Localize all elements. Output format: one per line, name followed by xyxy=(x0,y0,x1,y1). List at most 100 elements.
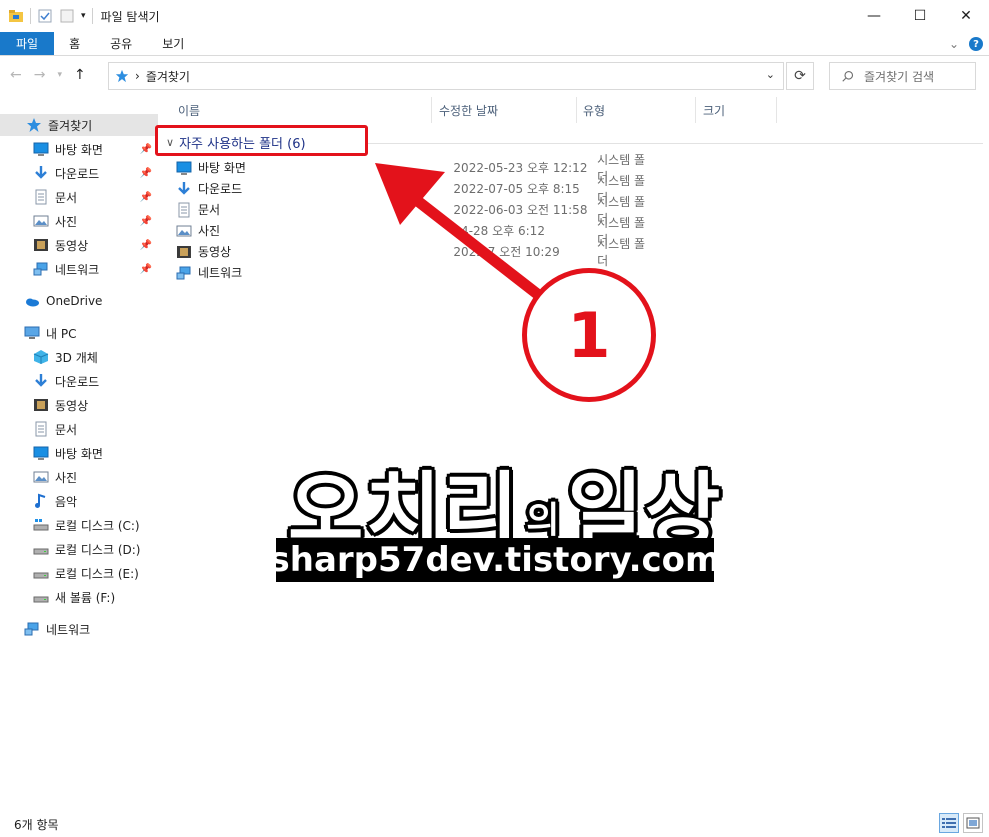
nav-item-network[interactable]: 네트워크 xyxy=(0,618,158,640)
nav-item-pc[interactable]: 로컬 디스크 (E:) xyxy=(0,562,158,584)
title-bar: ▾ 파일 탐색기 — ☐ ✕ xyxy=(0,0,989,32)
pin-icon[interactable]: 📌 xyxy=(140,216,152,227)
column-divider[interactable] xyxy=(695,97,696,123)
file-date: 2022-06-03 오전 11:58 xyxy=(453,203,588,217)
tab-file[interactable]: 파일 xyxy=(0,32,55,55)
video-icon xyxy=(176,245,191,258)
properties-icon[interactable] xyxy=(37,8,53,24)
nav-item-pinned[interactable]: 바탕 화면 📌 xyxy=(0,138,158,160)
maximize-button[interactable]: ☐ xyxy=(897,0,943,32)
toolbar-divider xyxy=(30,8,31,24)
desktop-icon xyxy=(33,142,49,156)
nav-item-pinned[interactable]: 사진 📌 xyxy=(0,210,158,232)
nav-item-pinned[interactable]: 네트워크 📌 xyxy=(0,258,158,280)
nav-item-pc[interactable]: 로컬 디스크 (C:) xyxy=(0,514,158,536)
back-icon[interactable]: ← xyxy=(10,67,22,83)
up-icon[interactable]: ↑ xyxy=(74,67,86,83)
nav-item-pc[interactable]: 3D 개체 xyxy=(0,346,158,368)
video-icon xyxy=(34,239,48,251)
breadcrumb-separator: › xyxy=(135,69,140,83)
video-icon xyxy=(34,399,48,411)
search-input[interactable]: 즐겨찾기 검색 xyxy=(829,62,976,90)
desktop-icon xyxy=(33,446,49,460)
nav-item-pc[interactable]: 동영상 xyxy=(0,394,158,416)
nav-item-pinned[interactable]: 문서 📌 xyxy=(0,186,158,208)
file-row[interactable]: 다운로드 2022-07-05 오후 8:15 시스템 폴더 xyxy=(176,174,656,205)
window-title: 파일 탐색기 xyxy=(100,9,160,24)
nav-item-pinned[interactable]: 동영상 📌 xyxy=(0,234,158,256)
customize-toolbar-icon[interactable]: ▾ xyxy=(81,11,86,21)
nav-item-pinned[interactable]: 다운로드 📌 xyxy=(0,162,158,184)
nav-item-pc[interactable]: 음악 xyxy=(0,490,158,512)
file-row[interactable]: 문서 2022-06-03 오전 11:58 시스템 폴더 xyxy=(176,195,656,226)
pin-icon[interactable]: 📌 xyxy=(140,192,152,203)
star-icon xyxy=(115,69,129,83)
nav-item-pc[interactable]: 새 볼륨 (F:) xyxy=(0,586,158,608)
highlight-box xyxy=(155,125,368,156)
quick-access-toolbar: ▾ xyxy=(0,8,93,24)
help-icon[interactable]: ? xyxy=(969,37,983,51)
pin-icon[interactable]: 📌 xyxy=(140,144,152,155)
file-name: 네트워크 xyxy=(198,266,243,280)
nav-item-pc[interactable]: 사진 xyxy=(0,466,158,488)
file-name: 동영상 xyxy=(197,245,232,259)
download-icon xyxy=(35,374,47,387)
nav-item-quick-access[interactable]: 즐겨찾기 xyxy=(0,114,158,136)
nav-item-pc[interactable]: 로컬 디스크 (D:) xyxy=(0,538,158,560)
file-row[interactable]: 바탕 화면 2022-05-23 오후 12:12 시스템 폴더 xyxy=(176,153,656,184)
network-icon xyxy=(33,262,48,276)
music-icon xyxy=(35,493,46,508)
tab-share[interactable]: 공유 xyxy=(95,32,147,55)
large-icons-view-button[interactable] xyxy=(963,813,983,833)
column-divider[interactable] xyxy=(431,97,432,123)
pin-icon[interactable]: 📌 xyxy=(140,240,152,251)
nav-item-pc[interactable]: 바탕 화면 xyxy=(0,442,158,464)
pictures-icon xyxy=(176,225,192,236)
pictures-icon xyxy=(33,215,49,227)
watermark-url: sharp57dev.tistory.com xyxy=(269,538,721,582)
file-date: 2022-05-23 오후 12:12 xyxy=(453,161,588,175)
column-header-name[interactable]: 이름 xyxy=(172,97,430,123)
new-folder-icon[interactable] xyxy=(59,8,75,24)
nav-item-pc[interactable]: 다운로드 xyxy=(0,370,158,392)
file-date: 04-28 오후 6:12 xyxy=(453,224,545,238)
tab-view[interactable]: 보기 xyxy=(147,32,199,55)
nav-item-this-pc[interactable]: 내 PC xyxy=(0,322,158,344)
file-row[interactable]: 동영상 2022 7 오전 10:29 시스템 폴더 xyxy=(176,237,656,268)
column-divider[interactable] xyxy=(776,97,777,123)
pin-icon[interactable]: 📌 xyxy=(140,264,152,275)
nav-item-onedrive[interactable]: OneDrive xyxy=(0,290,158,312)
column-header-date[interactable]: 수정한 날짜 xyxy=(433,97,575,123)
details-view-button[interactable] xyxy=(939,813,959,833)
document-icon xyxy=(35,421,47,437)
column-header-size[interactable]: 크기 xyxy=(697,97,775,123)
address-dropdown-icon[interactable]: ⌄ xyxy=(766,68,775,81)
file-name: 문서 xyxy=(197,203,221,217)
recent-locations-icon[interactable]: ▾ xyxy=(57,70,62,80)
column-header-type[interactable]: 유형 xyxy=(577,97,694,123)
forward-icon[interactable]: → xyxy=(34,67,46,83)
file-row[interactable]: 사진 04-28 오후 6:12 시스템 폴더 xyxy=(176,216,656,247)
pin-icon[interactable]: 📌 xyxy=(140,168,152,179)
refresh-icon: ⟳ xyxy=(794,68,806,84)
address-row: ← → ▾ ↑ › 즐겨찾기 ⌄ ⟳ 즐겨찾기 검색 xyxy=(0,57,989,97)
document-icon xyxy=(35,189,47,205)
group-divider xyxy=(368,143,983,144)
onedrive-icon xyxy=(26,298,39,307)
download-icon xyxy=(178,181,190,195)
drive-icon xyxy=(33,572,49,579)
address-bar[interactable]: › 즐겨찾기 ⌄ xyxy=(108,62,784,90)
nav-item-pc[interactable]: 문서 xyxy=(0,418,158,440)
star-icon xyxy=(27,118,41,132)
tab-home[interactable]: 홈 xyxy=(54,32,95,55)
expand-ribbon-icon[interactable]: ⌄ xyxy=(949,37,959,51)
status-bar: 6개 항목 xyxy=(0,812,989,837)
3d-objects-icon xyxy=(33,350,49,364)
close-button[interactable]: ✕ xyxy=(943,0,989,32)
breadcrumb-quick-access[interactable]: 즐겨찾기 xyxy=(146,68,190,85)
refresh-button[interactable]: ⟳ xyxy=(786,62,814,90)
step-number-badge: 1 xyxy=(522,268,656,402)
minimize-button[interactable]: — xyxy=(851,0,897,32)
watermark-title-small: 의 xyxy=(526,499,562,541)
drive-icon xyxy=(33,596,49,603)
